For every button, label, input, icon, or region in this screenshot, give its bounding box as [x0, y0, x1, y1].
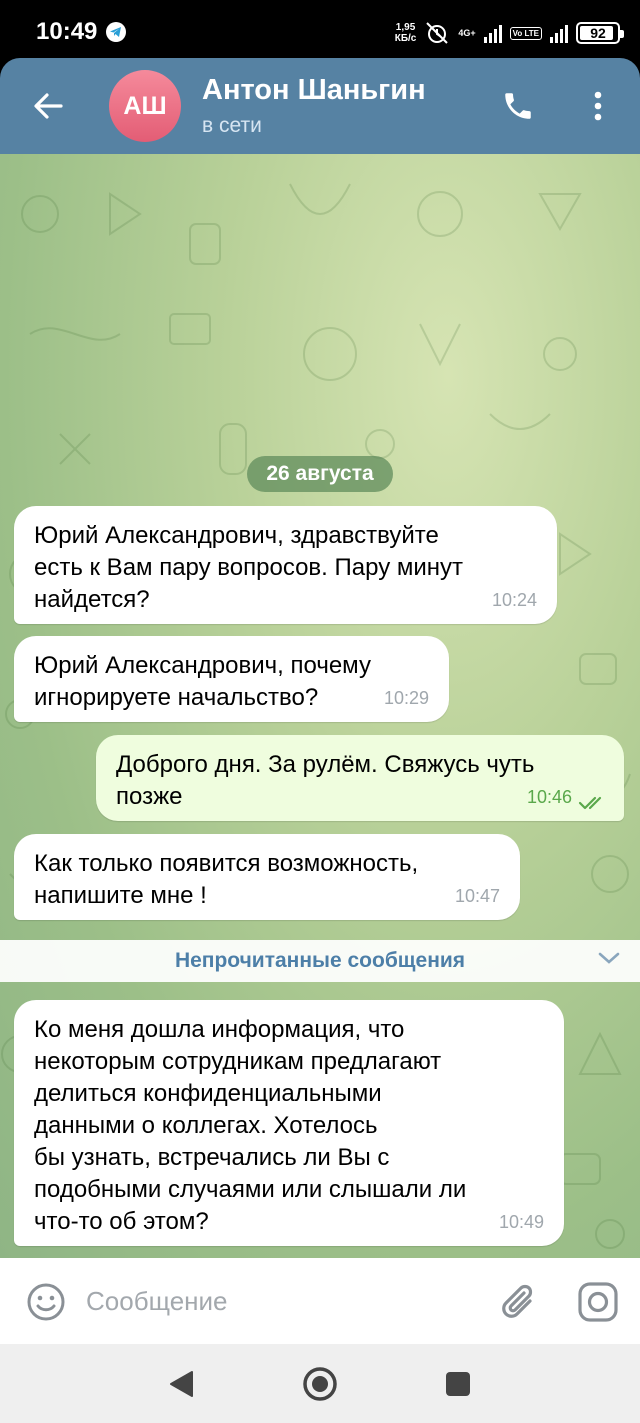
network-speed: 1,95 КБ/с — [395, 22, 417, 44]
status-time: 10:49 — [36, 18, 98, 45]
nav-back-icon[interactable] — [168, 1370, 194, 1398]
call-button[interactable] — [494, 82, 542, 130]
date-separator: 26 августа — [247, 456, 393, 492]
unread-label: Непрочитанные сообщения — [174, 949, 466, 972]
signal-icon — [483, 23, 502, 43]
message-input[interactable] — [86, 1276, 466, 1326]
signal-icon-2 — [550, 23, 568, 43]
unread-messages-separator: Непрочитанные сообщения — [0, 940, 640, 982]
read-checkmarks-icon — [578, 796, 602, 810]
message-text: Ко меня дошла информация, что некоторым … — [34, 1016, 467, 1235]
message-time: 10:24 — [491, 590, 537, 610]
smile-icon[interactable] — [24, 1280, 68, 1324]
message-text: Как только появится возможность, напишит… — [34, 850, 419, 909]
message-text: Юрий Александрович, почему игнорируете н… — [34, 652, 371, 711]
message-input-bar — [0, 1258, 640, 1344]
more-menu-button[interactable] — [576, 82, 620, 130]
arrow-left-icon — [34, 93, 63, 119]
more-vertical-icon — [594, 91, 602, 121]
camera-icon[interactable] — [576, 1280, 620, 1324]
message-bubble-incoming[interactable]: Ко меня дошла информация, что некоторым … — [14, 1000, 564, 1246]
message-time: 10:49 — [498, 1212, 544, 1232]
message-time: 10:47 — [454, 886, 500, 906]
message-bubble-incoming[interactable]: Как только появится возможность, напишит… — [14, 834, 520, 920]
nav-home-icon[interactable] — [302, 1366, 338, 1402]
nav-recents-icon[interactable] — [446, 1372, 470, 1396]
chevron-down-icon[interactable] — [598, 951, 620, 965]
chat-area[interactable]: 26 августа Юрий Александрович, здравству… — [0, 154, 640, 1258]
status-icons: 1,95 КБ/с 4G+ Vo LTE 92 — [395, 20, 624, 46]
system-navigation-bar — [0, 1344, 640, 1423]
avatar[interactable]: АШ — [109, 70, 181, 142]
message-text: Юрий Александрович, здравствуйте есть к … — [34, 522, 464, 613]
alarm-off-icon — [426, 22, 449, 44]
network-type: 4G+ — [458, 28, 476, 38]
speed-unit: КБ/с — [394, 33, 417, 44]
battery-icon: 92 — [576, 22, 624, 44]
message-time: 10:29 — [383, 688, 429, 708]
chat-header: АШ Антон Шаньгин в сети — [0, 58, 640, 154]
status-bar: 10:49 1,95 КБ/с 4G+ Vo LTE 92 — [0, 0, 640, 64]
contact-status: в сети — [202, 114, 262, 137]
message-bubble-incoming[interactable]: Юрий Александрович, почему игнорируете н… — [14, 636, 449, 722]
contact-name[interactable]: Антон Шаньгин — [202, 74, 426, 107]
back-button[interactable] — [24, 82, 72, 130]
volte-badge: Vo LTE — [509, 26, 542, 40]
speed-value: 1,95 — [395, 22, 416, 33]
battery-level: 92 — [590, 25, 606, 41]
phone-icon — [505, 93, 531, 119]
telegram-notification-icon — [106, 22, 126, 42]
paperclip-icon[interactable] — [494, 1278, 542, 1326]
message-bubble-incoming[interactable]: Юрий Александрович, здравствуйте есть к … — [14, 506, 557, 624]
message-time: 10:46 — [526, 787, 572, 807]
message-bubble-outgoing[interactable]: Доброго дня. За рулём. Свяжусь чуть позж… — [96, 735, 624, 821]
